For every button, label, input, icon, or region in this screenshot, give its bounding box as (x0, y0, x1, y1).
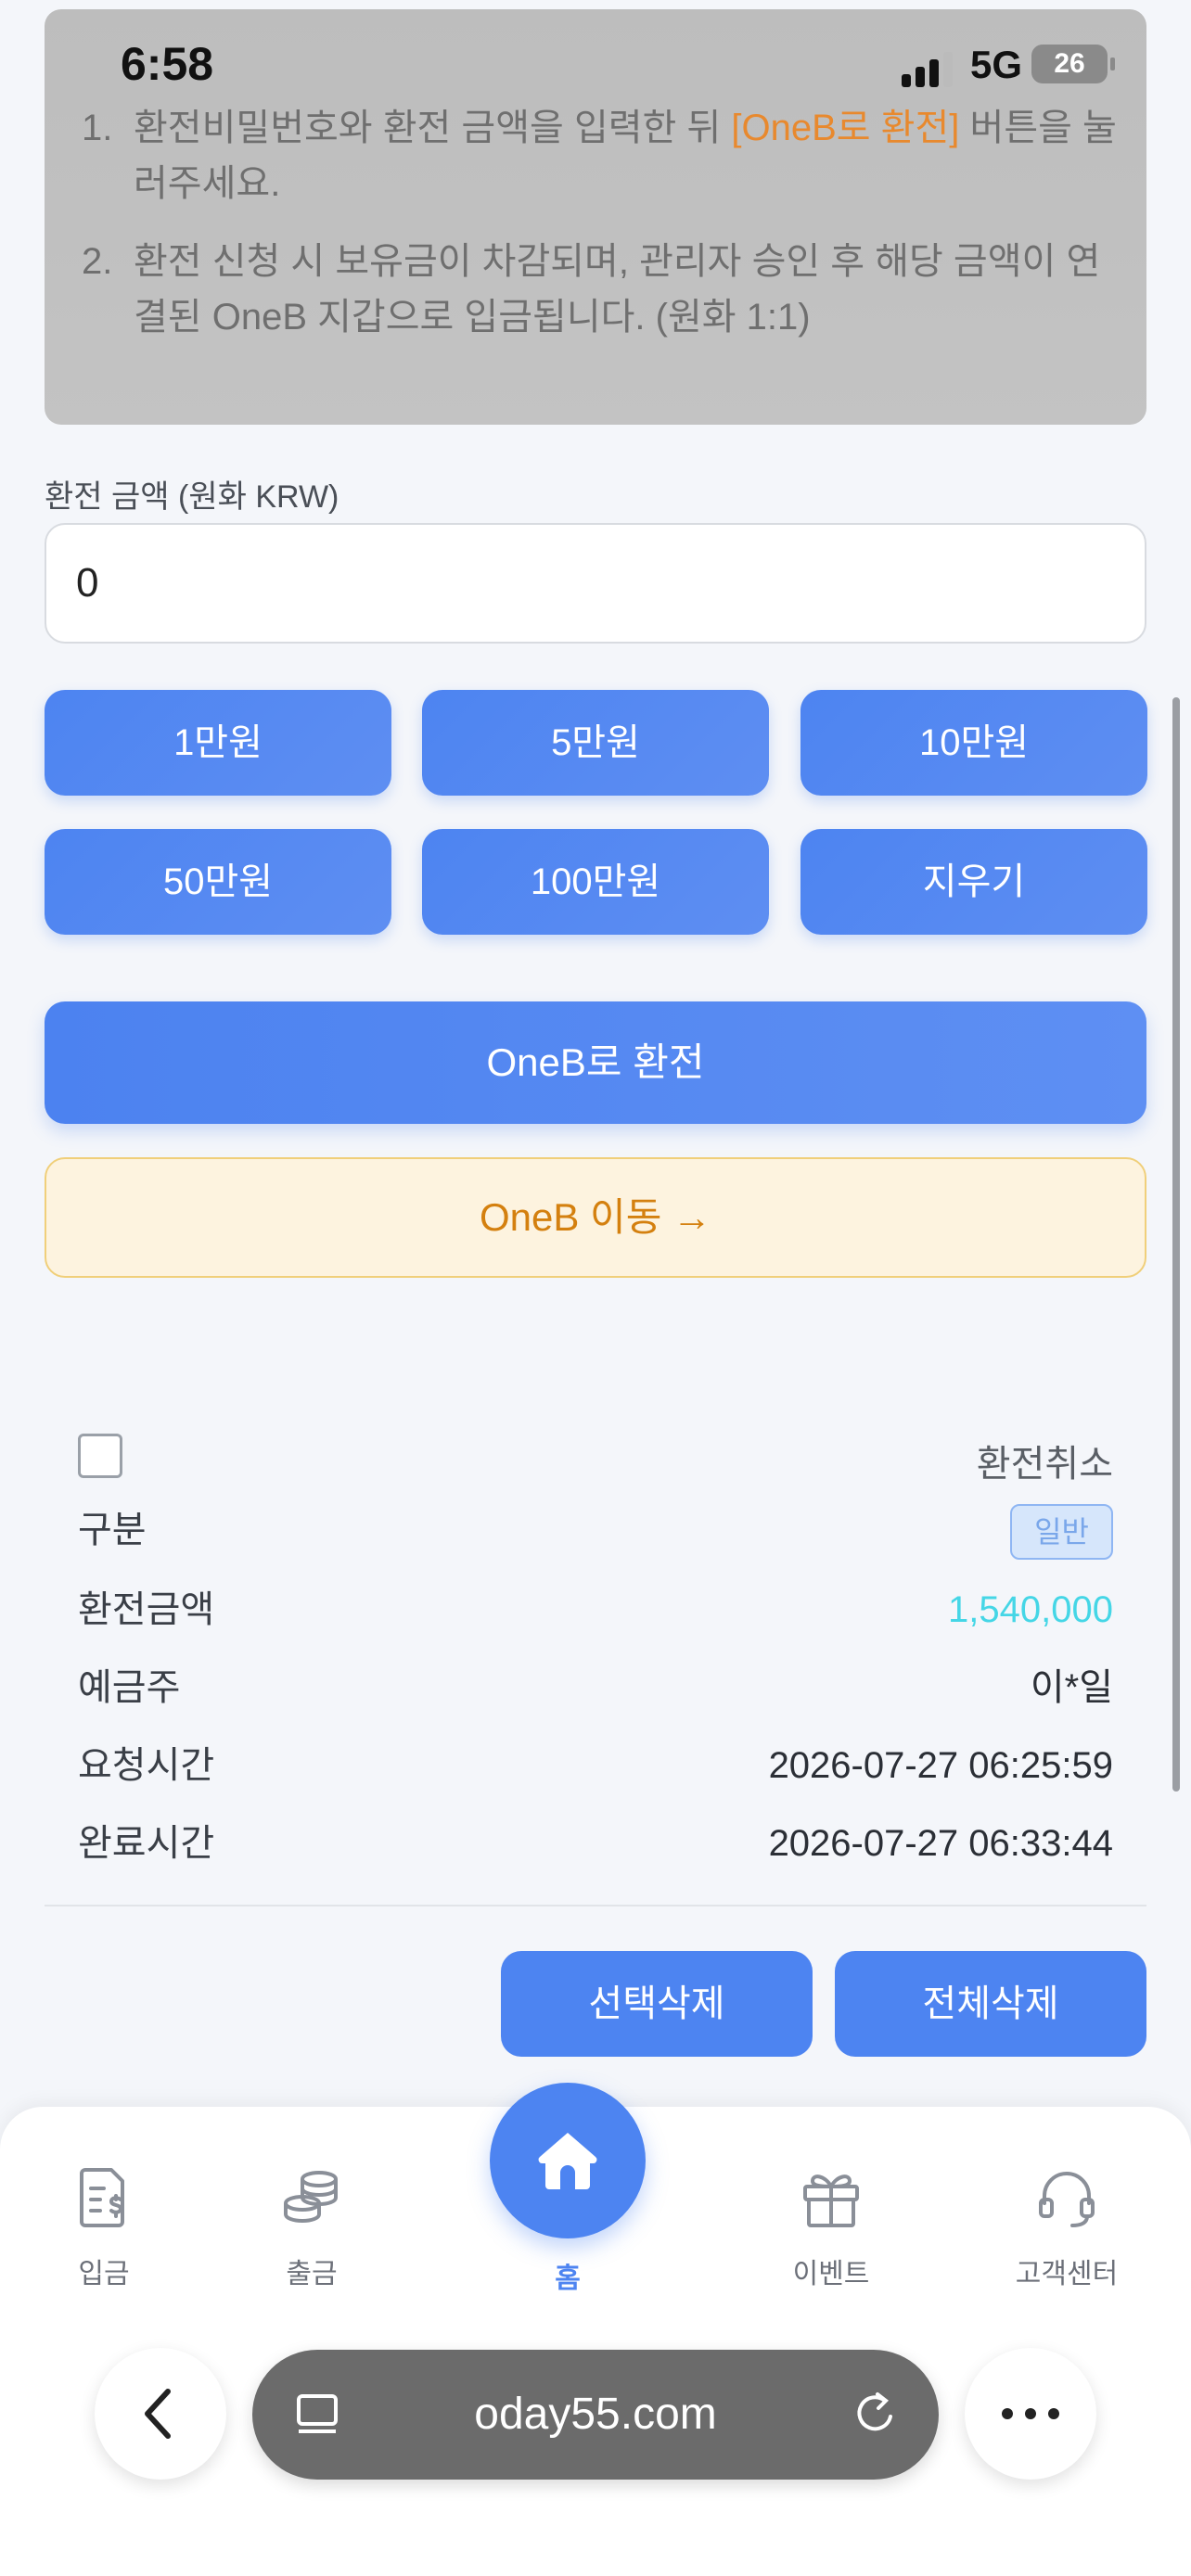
signal-icon (902, 50, 954, 87)
nav-label: 이벤트 (792, 2259, 870, 2289)
record-row: 요청시간 2026-07-27 06:25:59 (78, 1738, 1113, 1793)
delete-selected-button[interactable]: 선택삭제 (501, 1951, 813, 2057)
reload-icon[interactable] (850, 2389, 902, 2441)
nav-label: 출금 (286, 2259, 338, 2289)
quick-amount-button[interactable]: 50만원 (45, 829, 391, 935)
bottom-nav: 입금 출금 홈 이벤트 고객센터 (0, 2083, 1191, 2576)
nav-home[interactable] (490, 2083, 646, 2238)
url-text: oday55.com (474, 2390, 717, 2439)
quick-amount-button[interactable]: 1만원 (45, 690, 391, 796)
quick-amount-button[interactable]: 5만원 (422, 690, 769, 796)
amount-input[interactable]: 0 (45, 523, 1146, 644)
notice-text: 환전 신청 시 보유금이 차감되며, 관리자 승인 후 해당 금액이 연결된 O… (134, 241, 1101, 338)
clear-button[interactable]: 지우기 (800, 829, 1147, 935)
browser-more-button[interactable] (965, 2348, 1096, 2480)
quick-amount-button[interactable]: 100만원 (422, 829, 769, 935)
record-key: 요청시간 (78, 1745, 215, 1786)
browser-back-button[interactable] (95, 2348, 226, 2480)
nav-label: 입금 (78, 2259, 130, 2289)
nav-event[interactable]: 이벤트 (748, 2162, 915, 2291)
exchange-oneb-button[interactable]: OneB로 환전 (45, 1001, 1146, 1124)
divider (45, 1905, 1146, 1906)
record-amount: 1,540,000 (948, 1589, 1113, 1630)
record-key: 구분 (78, 1510, 147, 1550)
nav-label: 고객센터 (1015, 2259, 1119, 2289)
nav-withdraw[interactable]: 출금 (228, 2162, 395, 2291)
scrollbar[interactable] (1172, 697, 1180, 1792)
more-icon (1002, 2408, 1059, 2419)
quick-amount-button[interactable]: 10만원 (800, 690, 1147, 796)
status-time: 6:58 (121, 38, 214, 90)
record-row: 환전금액 1,540,000 (78, 1582, 1113, 1638)
record-key: 예금주 (78, 1667, 181, 1708)
deposit-icon (80, 2168, 124, 2227)
delete-all-button[interactable]: 전체삭제 (835, 1951, 1146, 2057)
exchange-cancel-button[interactable]: 환전취소 (977, 1434, 1113, 1487)
status-badge: 일반 (1010, 1504, 1113, 1560)
record-row: 구분 일반 (78, 1502, 1113, 1560)
gift-icon (803, 2174, 859, 2227)
oneb-move-button[interactable]: OneB 이동 → (45, 1157, 1146, 1278)
record-row: 예금주 이*일 (78, 1660, 1113, 1715)
status-bar: 6:58 5G 26 (0, 0, 1191, 130)
nav-deposit[interactable]: 입금 (20, 2162, 187, 2291)
coins-icon (284, 2171, 338, 2224)
battery-level: 26 (1054, 48, 1085, 79)
record-value: 2026-07-27 06:33:44 (768, 1823, 1113, 1864)
record-value: 이*일 (1030, 1667, 1113, 1708)
home-icon (538, 2133, 597, 2189)
headset-icon (1039, 2172, 1095, 2227)
battery-icon: 26 (1031, 45, 1115, 83)
chevron-left-icon (145, 2389, 171, 2439)
nav-support[interactable]: 고객센터 (983, 2162, 1150, 2291)
browser-url-bar[interactable]: oday55.com (252, 2350, 939, 2480)
record-value: 2026-07-27 06:25:59 (768, 1745, 1113, 1786)
notice-item: 2. 환전 신청 시 보유금이 차감되며, 관리자 승인 후 해당 금액이 연결… (82, 234, 1121, 345)
record-key: 완료시간 (78, 1823, 215, 1864)
nav-label-home: 홈 (555, 2264, 581, 2294)
amount-label: 환전 금액 (원화 KRW) (45, 479, 339, 515)
notice-number: 2. (82, 241, 113, 282)
record-row: 완료시간 2026-07-27 06:33:44 (78, 1816, 1113, 1871)
network-label: 5G (970, 43, 1023, 86)
record-key: 환전금액 (78, 1589, 215, 1630)
record-checkbox[interactable] (78, 1434, 122, 1478)
